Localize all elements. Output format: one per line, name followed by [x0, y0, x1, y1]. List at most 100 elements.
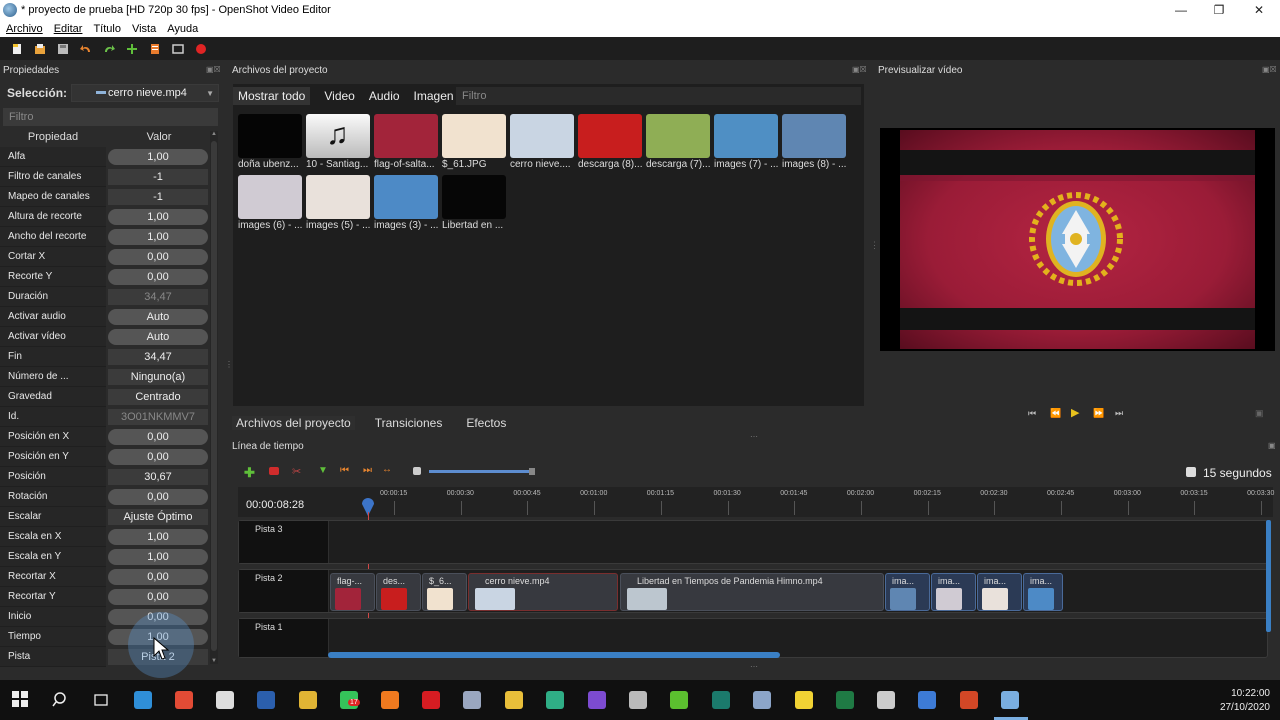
file-thumbnail[interactable] [238, 114, 302, 158]
menu-titulo[interactable]: Título [87, 23, 126, 35]
close-icon[interactable]: ✕ [1240, 0, 1278, 20]
jump-end-icon[interactable]: ⏭ [1115, 408, 1123, 419]
previous-marker-icon[interactable]: ⏮ [340, 465, 349, 476]
property-row[interactable]: Escala en Y 1,00 [0, 547, 212, 567]
property-row[interactable]: Número de ... Ninguno(a) [0, 367, 212, 387]
export-video-icon[interactable] [194, 42, 208, 56]
property-row[interactable]: Escala en X 1,00 [0, 527, 212, 547]
powerpoint-icon[interactable] [960, 691, 978, 709]
redo-icon[interactable] [102, 42, 116, 56]
zoom-slider[interactable] [429, 470, 529, 473]
properties-filter-input[interactable]: Filtro [3, 108, 218, 126]
property-value[interactable]: 0,00 [108, 429, 208, 445]
app-circle-icon[interactable] [629, 691, 647, 709]
new-project-icon[interactable] [10, 42, 24, 56]
app-blue-icon[interactable] [918, 691, 936, 709]
store-icon[interactable] [216, 691, 234, 709]
next-marker-icon[interactable]: ⏭ [363, 465, 372, 476]
file-thumbnail[interactable] [782, 114, 846, 158]
property-value[interactable]: 1,00 [108, 149, 208, 165]
center-timeline-icon[interactable]: ↔ [382, 464, 392, 475]
timeline-clip[interactable]: des... [376, 573, 421, 611]
property-row[interactable]: Activar audio Auto [0, 307, 212, 327]
property-value[interactable]: Centrado [108, 389, 208, 405]
timeline-v-scrollbar[interactable] [1266, 520, 1271, 632]
file-thumbnail[interactable] [510, 114, 574, 158]
rewind-icon[interactable]: ⏪ [1050, 408, 1061, 419]
property-row[interactable]: Recortar X 0,00 [0, 567, 212, 587]
files-filter-input[interactable]: Filtro [456, 87, 861, 105]
property-row[interactable]: Posición en X 0,00 [0, 427, 212, 447]
property-value[interactable]: Ajuste Óptimo [108, 509, 208, 525]
tab-effects[interactable]: Efectos [462, 416, 510, 430]
menu-ayuda[interactable]: Ayuda [161, 23, 203, 35]
menu-editar[interactable]: Editar [48, 23, 88, 35]
property-value[interactable]: 30,67 [108, 469, 208, 485]
explorer-icon[interactable] [505, 691, 523, 709]
tab-video[interactable]: Video [324, 89, 354, 103]
system-clock[interactable]: 10:22:00 27/10/2020 [1220, 687, 1270, 715]
word-icon[interactable] [257, 691, 275, 709]
open-project-icon[interactable] [33, 42, 47, 56]
tab-show-all[interactable]: Mostrar todo [233, 87, 311, 105]
property-value[interactable]: 0,00 [108, 269, 208, 285]
import-files-icon[interactable] [125, 42, 139, 56]
property-value[interactable]: 1,00 [108, 229, 208, 245]
properties-scrollbar[interactable]: ▲ ▼ [210, 131, 218, 664]
property-row[interactable]: Recorte Y 0,00 [0, 267, 212, 287]
property-row[interactable]: Altura de recorte 1,00 [0, 207, 212, 227]
property-value[interactable]: 34,47 [108, 289, 208, 305]
timeline-clip[interactable]: ima... [931, 573, 976, 611]
publisher-icon[interactable] [712, 691, 730, 709]
vegas-icon[interactable] [546, 691, 564, 709]
timeline-clip[interactable]: $_6... [422, 573, 467, 611]
add-track-icon[interactable]: ✚ [244, 465, 255, 481]
track-pista-3[interactable]: Pista 3 [238, 520, 1268, 564]
property-row[interactable]: Rotación 0,00 [0, 487, 212, 507]
openshot-taskbar-icon[interactable] [1001, 691, 1019, 709]
tab-transitions[interactable]: Transiciones [371, 416, 447, 430]
scroll-up-icon[interactable]: ▲ [211, 131, 217, 137]
edge-icon[interactable] [134, 691, 152, 709]
file-thumbnail[interactable] [238, 175, 302, 219]
property-row[interactable]: Ancho del recorte 1,00 [0, 227, 212, 247]
whatsapp-icon[interactable]: 17 [340, 691, 360, 709]
zoom-in-icon[interactable] [1186, 467, 1196, 477]
zoom-out-icon[interactable] [413, 467, 421, 475]
file-manager-icon[interactable] [463, 691, 481, 709]
fullscreen-icon[interactable] [171, 42, 185, 56]
timeline-ruler[interactable]: 00:00:08:28 00:00:15 00:00:30 00:00:45 00:0… [238, 487, 1274, 517]
choose-profile-icon[interactable] [148, 42, 162, 56]
bottom-splitter[interactable]: ⋯ [750, 662, 758, 671]
timeline-clip[interactable]: ima... [977, 573, 1022, 611]
files-dock-controls[interactable]: ▣☒ [852, 65, 867, 74]
property-value[interactable]: 0,00 [108, 449, 208, 465]
timeline-clip[interactable]: flag-... [330, 573, 375, 611]
tab-image[interactable]: Imagen [414, 89, 454, 103]
add-marker-icon[interactable]: ▼ [318, 465, 328, 476]
property-row[interactable]: Posición 30,67 [0, 467, 212, 487]
razor-icon[interactable]: ✂ [292, 465, 301, 478]
property-row[interactable]: Posición en Y 0,00 [0, 447, 212, 467]
property-row[interactable]: Id. 3O01NKMMV7 [0, 407, 212, 427]
property-row[interactable]: Mapeo de canales -1 [0, 187, 212, 207]
file-thumbnail[interactable] [442, 114, 506, 158]
firefox-icon[interactable] [381, 691, 399, 709]
fast-forward-icon[interactable]: ⏩ [1093, 408, 1104, 419]
property-row[interactable]: Recortar Y 0,00 [0, 587, 212, 607]
track-pista-2[interactable]: Pista 2 flag-... des... $_6... cerro nieve.… [238, 569, 1268, 613]
property-row[interactable]: Filtro de canales -1 [0, 167, 212, 187]
task-view-icon[interactable] [92, 691, 110, 709]
menu-vista[interactable]: Vista [126, 23, 161, 35]
property-value[interactable]: 0,00 [108, 569, 208, 585]
property-value[interactable]: 1,00 [108, 549, 208, 565]
jump-start-icon[interactable]: ⏮ [1028, 408, 1036, 419]
file-thumbnail[interactable] [646, 114, 710, 158]
splitter-handle[interactable]: ⋮ [225, 360, 233, 372]
property-value[interactable]: 1,00 [108, 209, 208, 225]
search-icon[interactable] [52, 691, 70, 709]
maximize-icon[interactable]: ❐ [1200, 0, 1238, 20]
minimize-icon[interactable]: — [1162, 0, 1200, 20]
property-row[interactable]: Activar vídeo Auto [0, 327, 212, 347]
property-row[interactable]: Cortar X 0,00 [0, 247, 212, 267]
